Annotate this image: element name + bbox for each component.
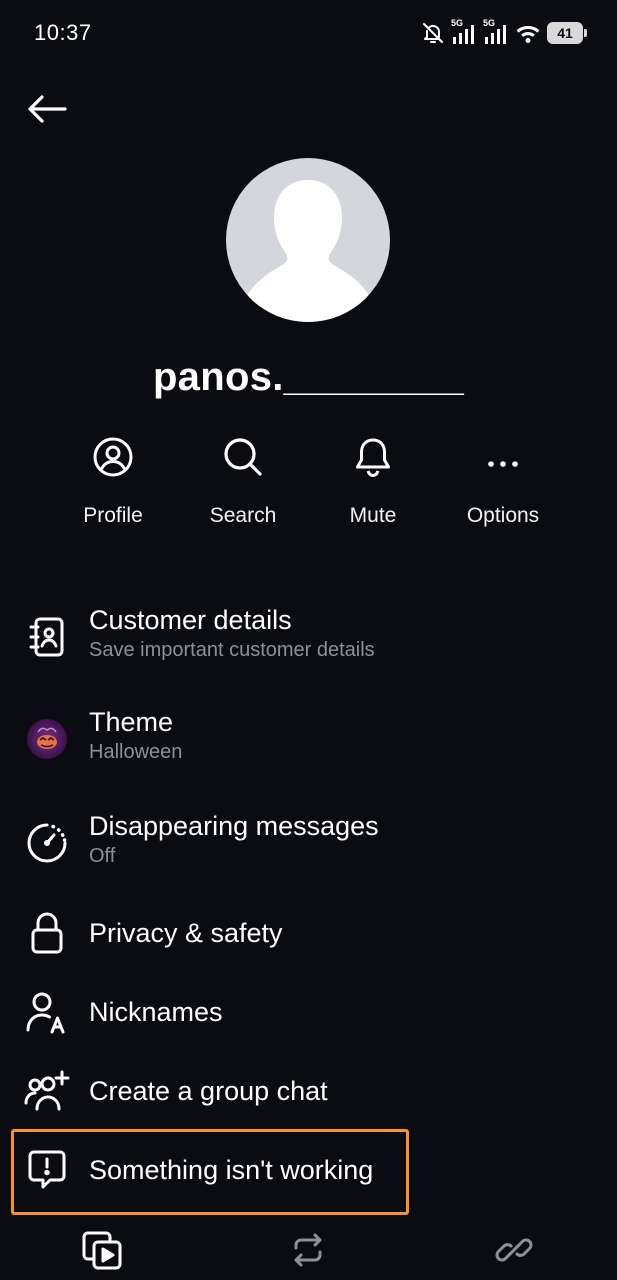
create-group-chat-title: Create a group chat — [89, 1076, 328, 1106]
theme-item[interactable]: Theme Halloween — [0, 706, 617, 774]
create-group-chat-text: Create a group chat — [89, 1075, 328, 1107]
privacy-safety-text: Privacy & safety — [89, 917, 283, 949]
link-icon — [494, 1230, 534, 1275]
battery-indicator: 41 — [547, 22, 587, 44]
privacy-safety-item[interactable]: Privacy & safety — [0, 910, 617, 956]
bell-icon — [353, 430, 393, 484]
disappearing-messages-title: Disappearing messages — [89, 811, 379, 841]
nicknames-text: Nicknames — [89, 996, 223, 1028]
nicknames-title: Nicknames — [89, 997, 223, 1027]
customer-details-text: Customer details Save important customer… — [89, 604, 375, 663]
more-horizontal-icon — [483, 430, 523, 484]
arrow-left-icon — [26, 94, 68, 129]
highlight-box — [11, 1129, 409, 1215]
options-action-button[interactable]: Options — [438, 430, 568, 528]
halloween-theme-icon — [24, 716, 70, 762]
disappearing-messages-subtitle: Off — [89, 845, 116, 867]
status-bar: 10:37 5G 5G 41 — [0, 0, 617, 68]
search-action-label: Search — [209, 504, 277, 527]
theme-title: Theme — [89, 707, 174, 737]
contact-book-icon — [24, 614, 70, 660]
signal-5g-icon: 5G — [451, 18, 477, 46]
repeat-button[interactable] — [284, 1228, 332, 1276]
theme-subtitle: Halloween — [89, 741, 183, 763]
person-letter-a-icon — [24, 989, 70, 1035]
repeat-icon — [288, 1230, 328, 1275]
back-button[interactable] — [22, 88, 72, 134]
default-avatar-icon — [226, 180, 390, 322]
customer-details-subtitle: Save important customer details — [89, 639, 375, 661]
disappearing-messages-text: Disappearing messages Off — [89, 810, 379, 869]
signal-5g-icon: 5G — [483, 18, 509, 46]
search-action-button[interactable]: Search — [178, 430, 308, 528]
status-time: 10:37 — [34, 20, 92, 45]
theme-text: Theme Halloween — [89, 706, 182, 765]
action-row: Profile Search Mute Options — [48, 430, 568, 528]
avatar[interactable] — [226, 158, 390, 322]
username: panos.________ — [152, 355, 465, 399]
media-gallery-icon — [80, 1228, 124, 1277]
search-icon — [222, 430, 264, 484]
lock-icon — [24, 910, 70, 956]
mute-action-button[interactable]: Mute — [308, 430, 438, 528]
wifi-icon — [515, 22, 541, 44]
profile-action-button[interactable]: Profile — [48, 430, 178, 528]
customer-details-item[interactable]: Customer details Save important customer… — [0, 604, 617, 672]
privacy-safety-title: Privacy & safety — [89, 918, 283, 948]
customer-details-title: Customer details — [89, 605, 292, 635]
options-action-label: Options — [466, 504, 540, 527]
nicknames-item[interactable]: Nicknames — [0, 989, 617, 1035]
group-add-icon — [24, 1068, 70, 1114]
status-icons: 5G 5G 41 — [421, 18, 587, 48]
profile-action-label: Profile — [83, 504, 143, 527]
bell-off-icon — [421, 21, 445, 45]
disappearing-messages-item[interactable]: Disappearing messages Off — [0, 810, 617, 878]
bottom-toolbar — [0, 1222, 617, 1280]
mute-action-label: Mute — [349, 504, 397, 527]
media-gallery-button[interactable] — [78, 1228, 126, 1276]
timer-dashed-icon — [24, 820, 70, 866]
user-circle-icon — [92, 430, 134, 484]
link-button[interactable] — [490, 1228, 538, 1276]
create-group-chat-item[interactable]: Create a group chat — [0, 1068, 617, 1114]
